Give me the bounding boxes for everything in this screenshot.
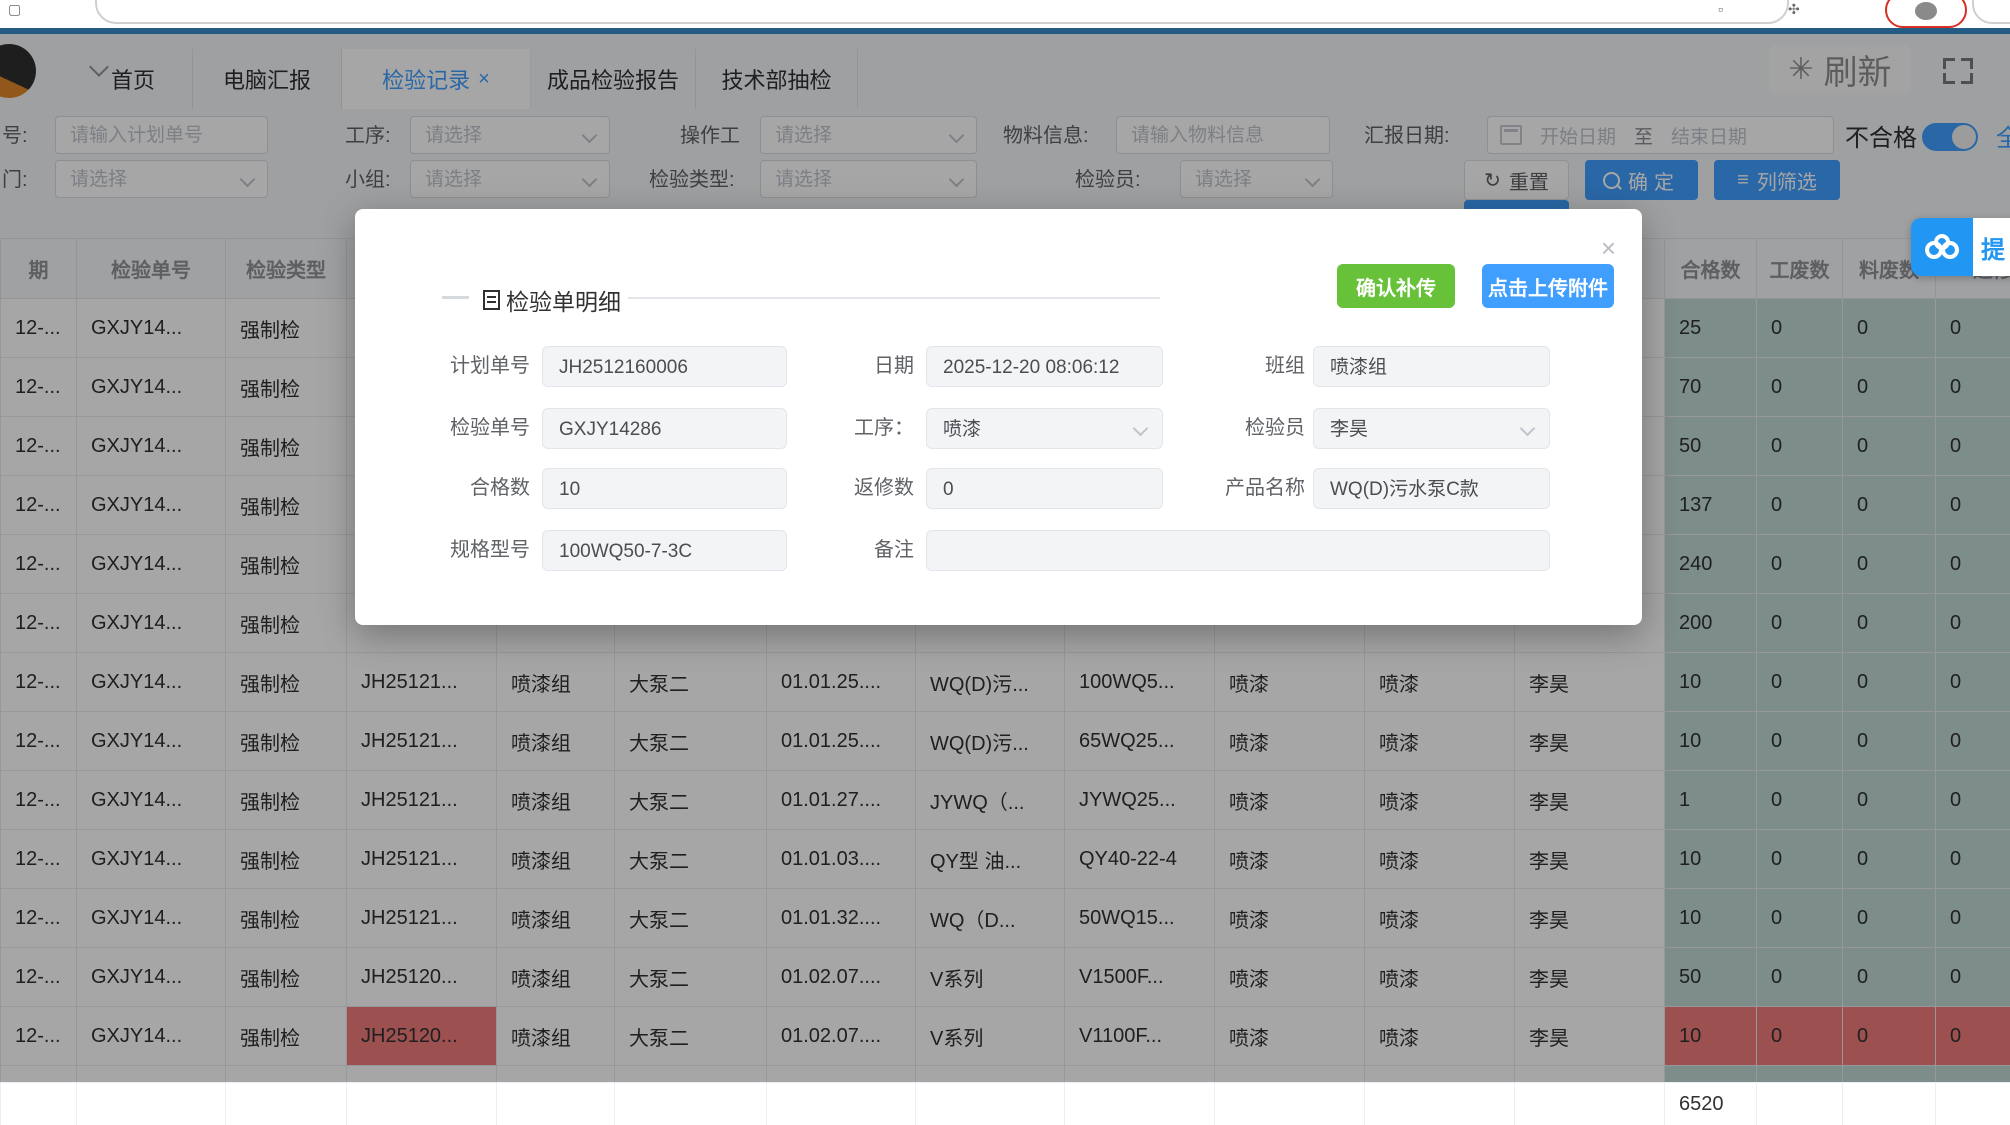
process-field-label: 工序： (784, 408, 914, 449)
summary-cell (1215, 1083, 1365, 1125)
qualified-field[interactable]: 10 (542, 468, 787, 509)
inspection-detail-modal: × 确认补传 点击上传附件 检验单明细 计划单号 JH2512160006 日期… (355, 209, 1642, 625)
inspector-field-label: 检验员 (1175, 408, 1305, 449)
order-no-field[interactable]: GXJY14286 (542, 408, 787, 449)
upload-attachment-button[interactable]: 点击上传附件 (1482, 264, 1614, 308)
screen: 首页电脑汇报检验记录×成品检验报告技术部抽检 ✳ 刷新 号: 请输入计划单号 工… (0, 0, 2010, 1125)
browser-icon[interactable]: ▢ (8, 2, 24, 16)
summary-qualified-total: 6520 (1665, 1083, 1757, 1125)
document-icon (483, 290, 500, 310)
browser-menu-pill[interactable] (1972, 0, 2010, 24)
summary-cell (1843, 1083, 1936, 1125)
product-field-label: 产品名称 (1175, 468, 1305, 509)
summary-cell (1, 1083, 77, 1125)
remark-field[interactable] (926, 530, 1550, 571)
netdisk-widget[interactable]: 提 (1911, 218, 2010, 276)
summary-cell (497, 1083, 615, 1125)
team-field-label: 班组 (1175, 346, 1305, 387)
plan-no-field[interactable]: JH2512160006 (542, 346, 787, 387)
cloud-icon (1911, 218, 1973, 276)
repair-field[interactable]: 0 (926, 468, 1163, 509)
bookmark-icon[interactable]: ▫ (1718, 2, 1734, 16)
repair-field-label: 返修数 (784, 468, 914, 509)
summary-cell (1936, 1083, 2010, 1125)
summary-cell (1365, 1083, 1515, 1125)
confirm-resend-button[interactable]: 确认补传 (1337, 264, 1455, 308)
qualified-field-label: 合格数 (400, 468, 530, 509)
title-dash (442, 296, 469, 299)
spec-field-label: 规格型号 (400, 530, 530, 571)
summary-table-row: 6520 (1, 1083, 2010, 1125)
summary-cell (226, 1083, 347, 1125)
browser-chrome: ▢ ▫ ✣ (0, 0, 2010, 28)
summary-cell (347, 1083, 497, 1125)
address-bar[interactable] (95, 0, 1789, 24)
summary-cell (77, 1083, 226, 1125)
order-no-field-label: 检验单号 (400, 408, 530, 449)
close-icon[interactable]: × (1601, 235, 1616, 261)
remark-field-label: 备注 (784, 530, 914, 571)
avatar-icon (1915, 2, 1937, 20)
summary-cell (767, 1083, 916, 1125)
netdisk-label: 提 (1973, 218, 2010, 276)
process-field-select[interactable]: 喷漆 (926, 408, 1163, 449)
summary-cell (615, 1083, 767, 1125)
spec-field[interactable]: 100WQ50-7-3C (542, 530, 787, 571)
inspector-field-select[interactable]: 李昊 (1313, 408, 1550, 449)
summary-cell (1515, 1083, 1665, 1125)
team-field[interactable]: 喷漆组 (1313, 346, 1550, 387)
product-field[interactable]: WQ(D)污水泵C款 (1313, 468, 1550, 509)
title-divider (628, 297, 1160, 299)
summary-cell (1065, 1083, 1215, 1125)
date-field-label: 日期 (784, 346, 914, 387)
date-field[interactable]: 2025-12-20 08:06:12 (926, 346, 1163, 387)
profile-avatar[interactable] (1885, 0, 1967, 28)
summary-row: 6520 (0, 1082, 2010, 1125)
summary-cell (916, 1083, 1065, 1125)
summary-cell (1757, 1083, 1843, 1125)
extension-icon[interactable]: ✣ (1788, 2, 1804, 16)
plan-no-field-label: 计划单号 (400, 346, 530, 387)
modal-title: 检验单明细 (483, 283, 621, 317)
